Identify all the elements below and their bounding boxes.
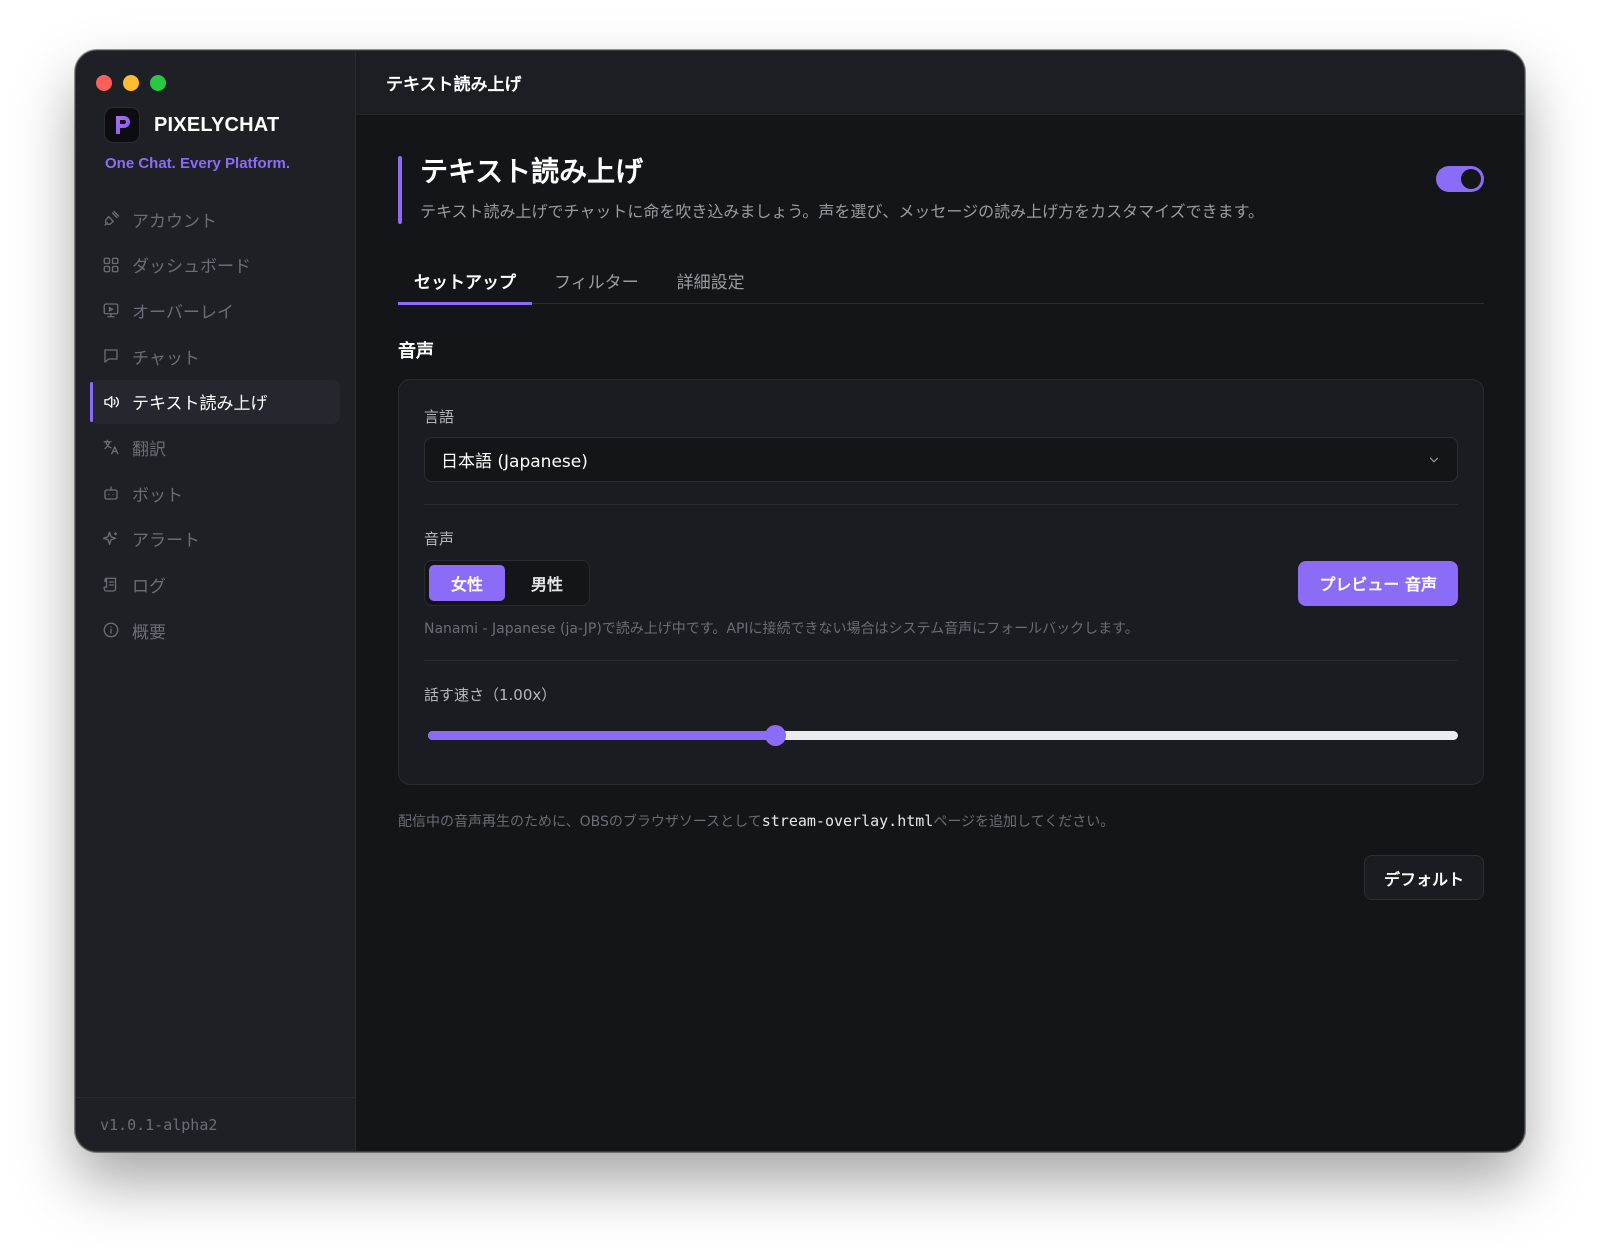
voice-hint: Nanami - Japanese (ja-JP)で読み上げ中です。APIに接続… [424, 621, 1139, 637]
voice-settings-card: 言語 日本語 (Japanese) 音声 女性 男性 プレビュー 音声 Nana… [398, 379, 1484, 785]
footnote-code: stream-overlay.html [761, 812, 934, 830]
sidebar-item-label: アラート [132, 531, 200, 552]
tab-advanced[interactable]: 詳細設定 [661, 256, 761, 304]
speed-slider[interactable] [424, 723, 1458, 747]
sidebar-item-alerts[interactable]: アラート [90, 517, 340, 561]
sidebar-item-label: 概要 [132, 622, 166, 643]
window-controls [96, 75, 166, 91]
reset-default-button[interactable]: デフォルト [1363, 855, 1484, 900]
plug-icon [104, 210, 120, 226]
sidebar-item-label: チャット [132, 348, 200, 369]
window-title: テキスト読み上げ [356, 51, 1524, 115]
sidebar-item-tts[interactable]: テキスト読み上げ [90, 379, 340, 424]
pixelychat-logo-icon [104, 107, 140, 143]
minimize-window-button[interactable] [123, 75, 139, 91]
voice-gender-selector: 女性 男性 [424, 560, 591, 606]
monitor-icon [103, 303, 119, 318]
toggle-knob [1461, 169, 1481, 189]
language-value: 日本語 (Japanese) [441, 452, 588, 472]
page-header: テキスト読み上げ テキスト読み上げでチャットに命を吹き込みましょう。声を選び、メ… [398, 156, 1484, 224]
sidebar-item-logs[interactable]: ログ [90, 563, 340, 607]
page-title: テキスト読み上げ [420, 155, 644, 188]
info-icon [103, 622, 119, 638]
sidebar-item-label: ダッシュボード [132, 257, 251, 278]
obs-footnote: 配信中の音声再生のために、OBSのブラウザソースとしてstream-overla… [398, 811, 1484, 831]
main-panel: テキスト読み上げ テキスト読み上げ テキスト読み上げでチャットに命を吹き込みまし… [356, 51, 1524, 1151]
page-description: テキスト読み上げでチャットに命を吹き込みましょう。声を選び、メッセージの読み上げ… [420, 202, 1265, 221]
speaker-icon [104, 395, 119, 408]
sidebar-item-label: 翻訳 [132, 439, 166, 460]
sidebar-item-translate[interactable]: 翻訳 [90, 425, 340, 469]
brand-tagline: One Chat. Every Platform. [105, 155, 291, 172]
sidebar-item-label: ログ [132, 577, 166, 597]
translate-icon [103, 440, 119, 455]
tab-bar: セットアップ フィルター 詳細設定 [398, 256, 1484, 305]
content-area: テキスト読み上げ テキスト読み上げでチャットに命を吹き込みましょう。声を選び、メ… [398, 115, 1484, 900]
voice-option-female[interactable]: 女性 [429, 565, 506, 601]
chevron-down-icon [1429, 457, 1439, 463]
scroll-icon [103, 577, 117, 592]
brand: PIXELYCHAT [104, 107, 279, 143]
slider-fill [428, 731, 776, 740]
footnote-prefix: 配信中の音声再生のために、OBSのブラウザソースとして [398, 814, 762, 830]
sidebar-item-label: テキスト読み上げ [132, 394, 268, 415]
sidebar-item-bot[interactable]: ボット [90, 471, 340, 515]
sparkle-icon [102, 531, 117, 545]
sidebar-item-account[interactable]: アカウント [90, 197, 340, 241]
sidebar-item-chat[interactable]: チャット [90, 334, 340, 378]
sidebar-item-dashboard[interactable]: ダッシュボード [90, 243, 340, 287]
divider [424, 660, 1458, 661]
chat-bubble-icon [104, 349, 118, 363]
language-select[interactable]: 日本語 (Japanese) [424, 437, 1458, 482]
sidebar: PIXELYCHAT One Chat. Every Platform. アカウ… [76, 51, 356, 1151]
sidebar-item-about[interactable]: 概要 [90, 608, 340, 652]
footnote-suffix: ページを追加してください。 [933, 814, 1115, 830]
grid-icon [103, 257, 119, 273]
app-version: v1.0.1-alpha2 [76, 1097, 355, 1151]
app-window: PIXELYCHAT One Chat. Every Platform. アカウ… [75, 50, 1525, 1152]
slider-thumb[interactable] [765, 725, 787, 746]
sidebar-item-label: オーバーレイ [132, 302, 234, 323]
voice-option-male[interactable]: 男性 [509, 565, 585, 601]
tts-enable-toggle[interactable] [1436, 166, 1484, 192]
close-window-button[interactable] [96, 75, 112, 91]
maximize-window-button[interactable] [150, 75, 166, 91]
voice-label: 音声 [424, 530, 455, 548]
section-title: 音声 [398, 341, 434, 362]
sidebar-item-label: アカウント [132, 211, 217, 232]
tab-setup[interactable]: セットアップ [398, 256, 532, 305]
sidebar-item-label: ボット [132, 485, 183, 506]
sidebar-nav: アカウント ダッシュボード オーバーレイ チャット テキスト読み上げ 翻訳 ボッ… [90, 197, 340, 654]
sidebar-item-overlay[interactable]: オーバーレイ [90, 288, 340, 332]
tab-filters[interactable]: フィルター [538, 256, 655, 304]
divider [424, 504, 1458, 505]
robot-icon [104, 486, 118, 500]
voice-row: 女性 男性 プレビュー 音声 [424, 560, 1458, 606]
default-row: デフォルト [398, 855, 1484, 900]
preview-voice-button[interactable]: プレビュー 音声 [1298, 560, 1458, 606]
speed-label: 話す速さ（1.00x） [424, 686, 557, 704]
slider-track[interactable] [428, 725, 1458, 746]
brand-name: PIXELYCHAT [154, 113, 280, 136]
language-label: 言語 [424, 408, 455, 426]
